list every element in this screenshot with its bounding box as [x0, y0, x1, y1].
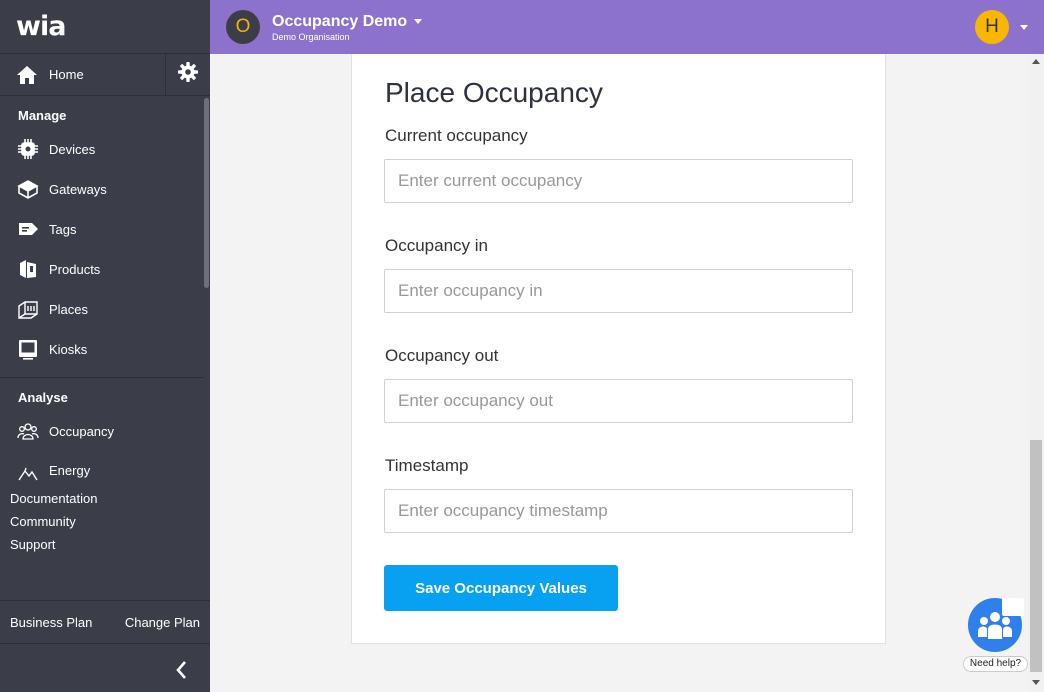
occupancy-out-input[interactable]	[384, 379, 853, 423]
sidebar: wia Home Manage Devices Gateways Tags Pr…	[0, 0, 210, 692]
help-widget-button[interactable]	[968, 598, 1024, 652]
scroll-up-arrow-icon[interactable]	[1032, 59, 1040, 64]
top-bar: O Occupancy Demo Demo Organisation H	[210, 0, 1044, 54]
help-flag-icon	[1002, 598, 1024, 616]
org-switcher[interactable]: Occupancy Demo Demo Organisation	[272, 12, 423, 42]
places-icon	[17, 298, 39, 320]
save-occupancy-button[interactable]: Save Occupancy Values	[384, 565, 618, 611]
user-avatar[interactable]: H	[975, 10, 1009, 44]
timestamp-label: Timestamp	[385, 456, 469, 475]
energy-icon	[17, 463, 39, 483]
current-occupancy-label: Current occupancy	[385, 126, 528, 145]
devices-icon	[17, 138, 39, 160]
scroll-down-arrow-icon[interactable]	[1032, 680, 1040, 685]
sidebar-item-label: Products	[49, 261, 101, 277]
user-menu[interactable]: H	[975, 10, 1028, 44]
link-documentation[interactable]: Documentation	[0, 487, 210, 510]
sidebar-item-label: Tags	[49, 221, 77, 237]
products-icon	[17, 258, 39, 280]
gateways-icon	[17, 178, 39, 200]
sidebar-item-label: Occupancy	[49, 423, 115, 439]
need-help-label[interactable]: Need help?	[963, 656, 1028, 672]
collapse-sidebar-button[interactable]	[168, 658, 196, 686]
sidebar-item-gateways[interactable]: Gateways	[0, 169, 210, 209]
org-avatar[interactable]: O	[226, 10, 260, 44]
wia-logo[interactable]: wia	[16, 11, 66, 42]
sidebar-item-occupancy[interactable]: Occupancy	[0, 411, 210, 451]
link-support[interactable]: Support	[0, 533, 210, 556]
sidebar-item-label: Kiosks	[49, 341, 88, 357]
chevron-left-icon	[174, 660, 190, 685]
sidebar-item-label: Places	[49, 301, 89, 317]
current-occupancy-input[interactable]	[384, 159, 853, 203]
sidebar-item-tags[interactable]: Tags	[0, 209, 210, 249]
sidebar-item-devices[interactable]: Devices	[0, 129, 210, 169]
place-occupancy-card: Place Occupancy Current occupancy Occupa…	[351, 54, 886, 644]
change-plan-link[interactable]: Change Plan	[125, 615, 200, 630]
timestamp-input[interactable]	[384, 489, 853, 533]
tags-icon	[17, 218, 39, 240]
caret-down-icon	[414, 19, 423, 24]
settings-button[interactable]	[166, 54, 210, 95]
occupancy-icon	[17, 420, 39, 442]
sidebar-item-label: Devices	[49, 141, 96, 157]
occupancy-out-label: Occupancy out	[385, 346, 499, 365]
logo-bar: wia	[0, 0, 210, 54]
caret-down-icon	[1020, 24, 1028, 30]
page-title: Place Occupancy	[385, 77, 603, 108]
org-initial: O	[235, 16, 251, 37]
org-name: Occupancy Demo	[272, 12, 408, 30]
scrollbar-thumb[interactable]	[1030, 440, 1042, 672]
plan-name: Business Plan	[10, 614, 93, 630]
section-title-analyse: Analyse	[18, 390, 68, 405]
plan-row: Business Plan Change Plan	[0, 600, 210, 644]
home-icon	[16, 64, 38, 86]
link-community[interactable]: Community	[0, 510, 210, 533]
occupancy-in-label: Occupancy in	[385, 236, 488, 255]
occupancy-in-input[interactable]	[384, 269, 853, 313]
sidebar-item-home[interactable]: Home	[0, 54, 166, 95]
sidebar-item-products[interactable]: Products	[0, 249, 210, 289]
user-initial: H	[985, 16, 999, 37]
sidebar-scrollbar[interactable]	[204, 98, 209, 288]
kiosks-icon	[17, 338, 39, 360]
page-scrollbar[interactable]	[1028, 54, 1044, 692]
section-title-manage: Manage	[18, 108, 67, 123]
sidebar-item-energy[interactable]: Energy	[0, 451, 210, 483]
sidebar-item-label: Energy	[49, 463, 91, 478]
gear-icon	[177, 61, 199, 88]
home-row: Home	[0, 54, 210, 96]
main-content: Place Occupancy Current occupancy Occupa…	[210, 54, 1028, 692]
sidebar-item-label: Home	[49, 67, 84, 82]
org-subtitle: Demo Organisation	[272, 31, 350, 42]
sidebar-item-places[interactable]: Places	[0, 289, 210, 329]
sidebar-item-kiosks[interactable]: Kiosks	[0, 329, 210, 369]
sidebar-item-label: Gateways	[49, 181, 107, 197]
